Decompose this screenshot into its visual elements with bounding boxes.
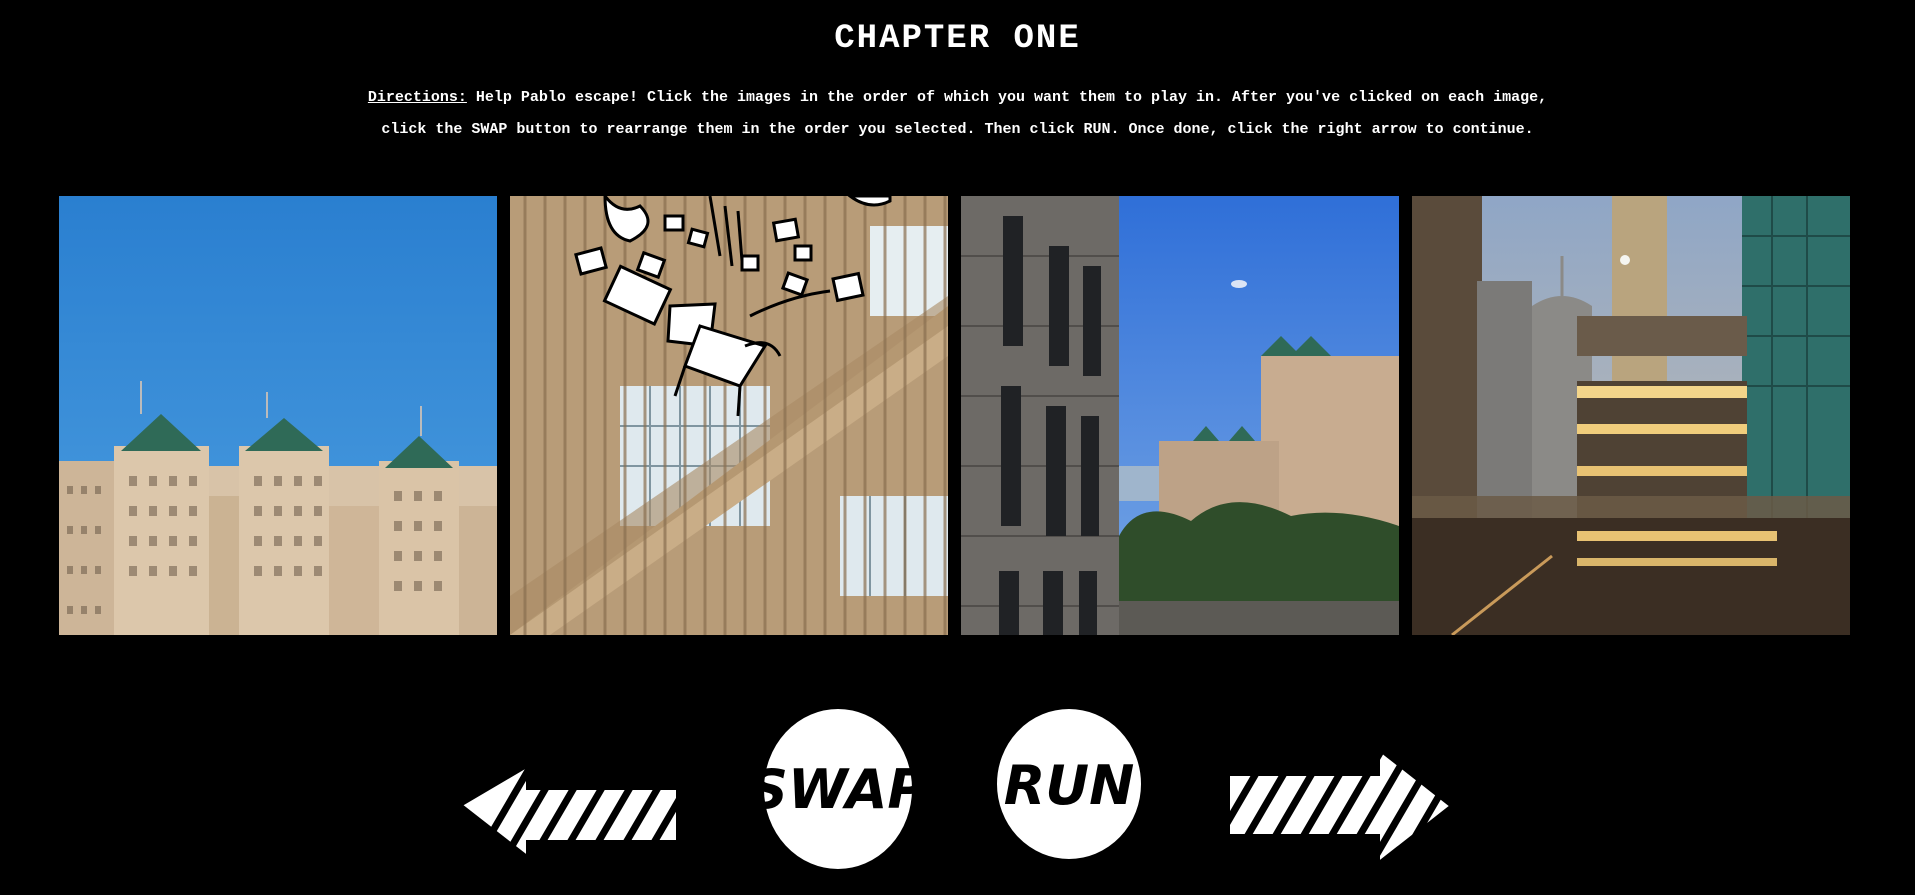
back-arrow-button[interactable]	[450, 730, 690, 870]
gallery-image-2[interactable]	[510, 196, 948, 635]
page-title: CHAPTER ONE	[834, 20, 1081, 58]
directions-text: Directions: Help Pablo escape! Click the…	[0, 82, 1915, 146]
gallery-image-4[interactable]	[1412, 196, 1850, 635]
directions-line-1: Directions: Help Pablo escape! Click the…	[0, 82, 1915, 114]
directions-line-1-text: Help Pablo escape! Click the images in t…	[466, 89, 1548, 106]
swap-label: SWAP	[749, 758, 927, 821]
gallery-image-3[interactable]	[961, 196, 1399, 635]
directions-label: Directions:	[367, 89, 467, 106]
run-button[interactable]: RUN	[992, 704, 1147, 864]
swap-button[interactable]: SWAP	[749, 704, 927, 874]
directions-line-2: click the SWAP button to rearrange them …	[381, 121, 1534, 138]
run-label: RUN	[1004, 754, 1135, 817]
image-gallery	[59, 196, 1853, 635]
hatched-right-arrow-icon	[1226, 743, 1456, 869]
gallery-image-1[interactable]	[59, 196, 497, 635]
hatched-left-arrow-icon	[456, 761, 680, 863]
chapter-page: CHAPTER ONE Directions: Help Pablo escap…	[0, 0, 1915, 895]
next-arrow-button[interactable]	[1222, 726, 1462, 876]
control-bar: SWAP RUN	[0, 700, 1915, 880]
